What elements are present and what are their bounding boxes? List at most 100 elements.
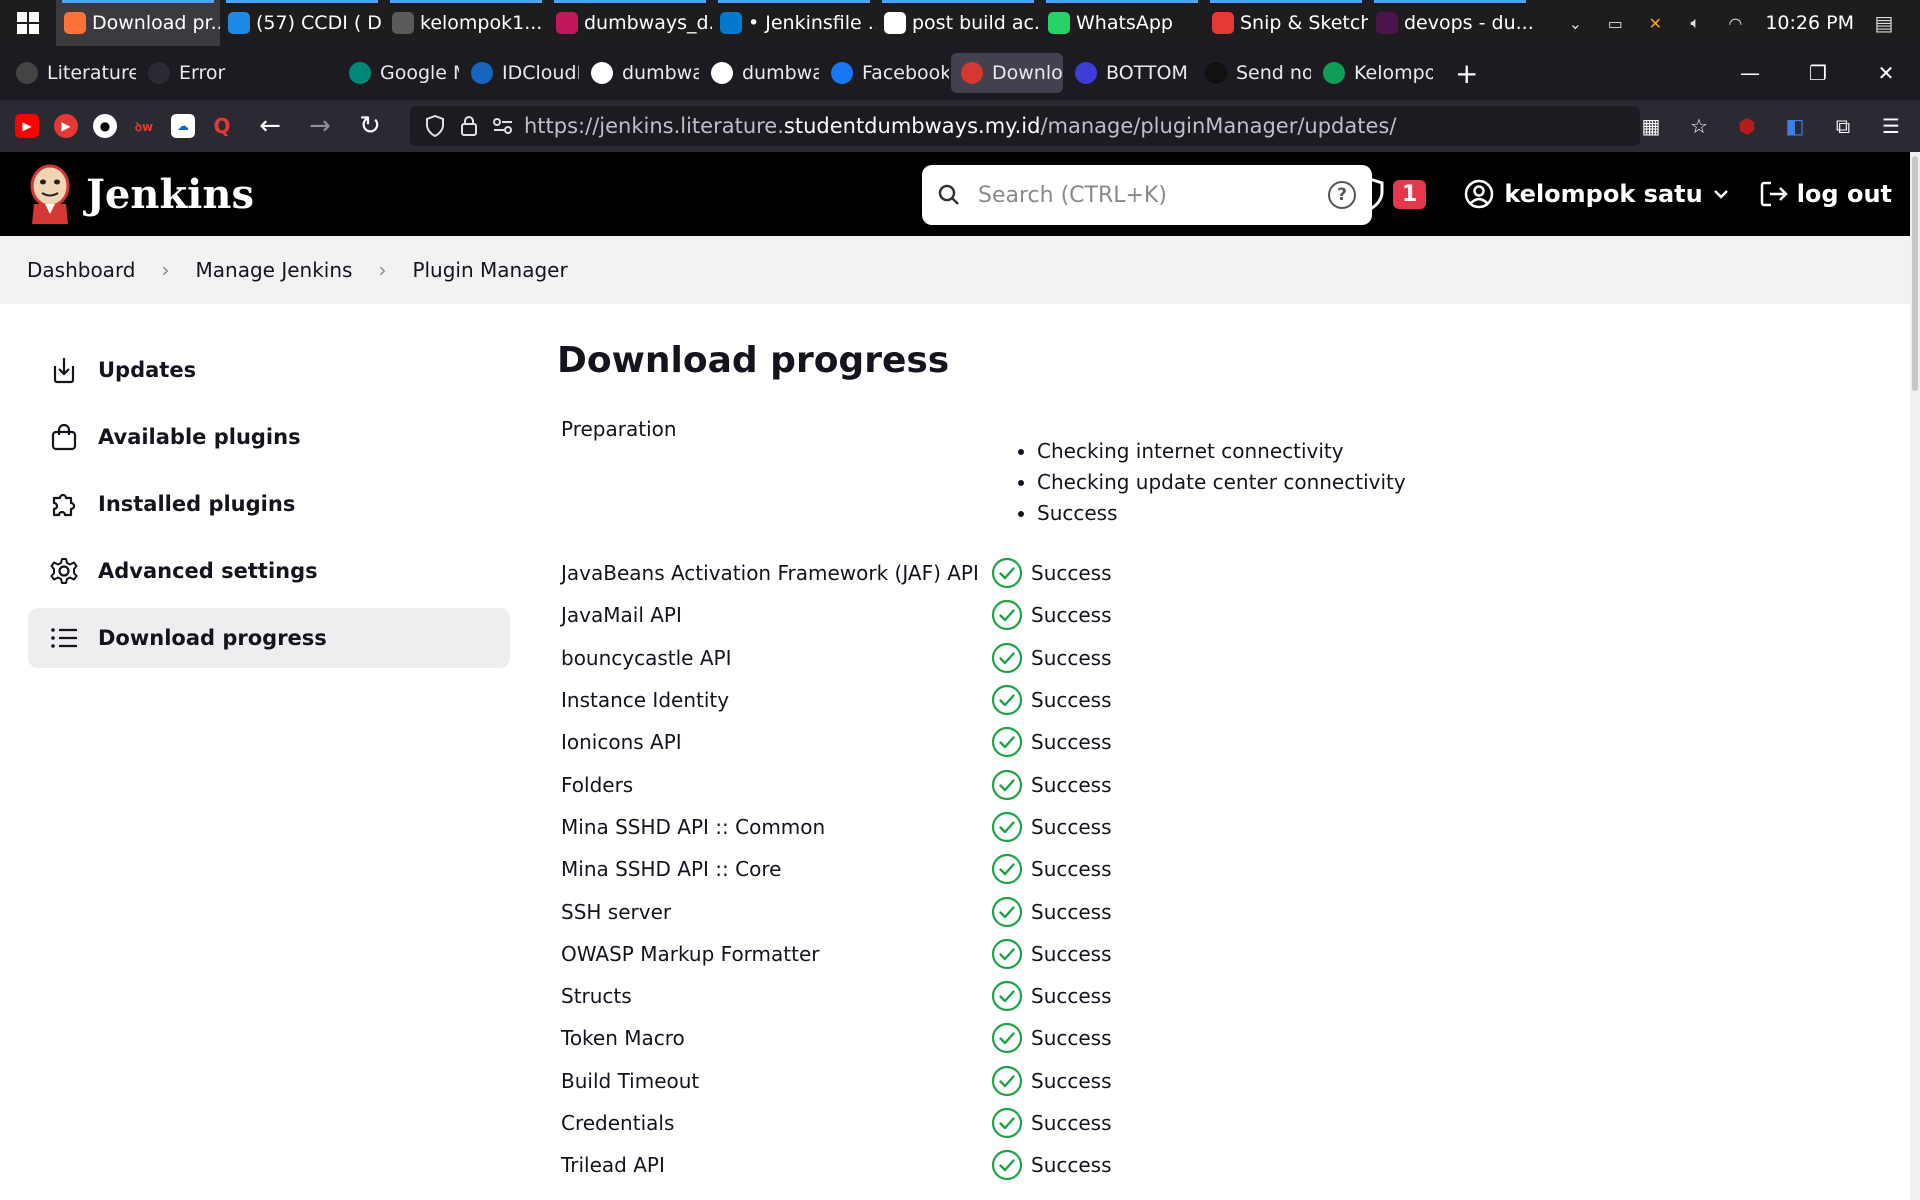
windows-start-button[interactable]: [0, 0, 56, 46]
browser-tab[interactable]: Error: [138, 53, 253, 93]
logout-link[interactable]: log out: [1759, 180, 1892, 208]
windows-taskbar: Download pr... (57) CCDI ( D... kelompok1.…: [0, 0, 1920, 46]
sidebar-item-label: Available plugins: [98, 425, 301, 449]
extensions-puzzle-icon[interactable]: ⧉: [1830, 113, 1856, 139]
github-bookmark-icon[interactable]: ●: [93, 114, 117, 138]
table-row: JavaBeans Activation Framework (JAF) API…: [557, 552, 1857, 594]
blank-icon: [148, 62, 170, 84]
browser-tab[interactable]: dumbway: [701, 53, 819, 93]
app-icon: [556, 12, 578, 34]
navigation-toolbar: ▶ ▶ ● ꝺw ☁ Q ← → ↻ https://jenkins.liter…: [0, 100, 1920, 152]
plugin-name: Ionicons API: [561, 730, 682, 755]
qr-code-icon[interactable]: ▦: [1638, 113, 1664, 139]
chevron-down-icon[interactable]: ⌄: [1565, 13, 1585, 33]
sidebar-item-installed-plugins[interactable]: Installed plugins: [28, 474, 510, 534]
permissions-icon[interactable]: [490, 113, 516, 139]
plugin-name: JavaMail API: [561, 603, 682, 628]
app-tray-icon[interactable]: ✕: [1645, 13, 1665, 33]
new-tab-button[interactable]: +: [1455, 57, 1478, 90]
plugin-status: Success: [991, 642, 1112, 674]
extension-shield-icon[interactable]: ◧: [1782, 113, 1808, 139]
idcloudhost-bookmark-icon[interactable]: ☁: [171, 114, 195, 138]
logout-label: log out: [1796, 180, 1892, 208]
address-bar[interactable]: https://jenkins.literature.studentdumbwa…: [410, 106, 1640, 146]
url-text[interactable]: https://jenkins.literature.studentdumbwa…: [524, 114, 1396, 138]
browser-tab[interactable]: IDCloudH: [461, 53, 579, 93]
chevron-down-icon: [1713, 190, 1728, 199]
breadcrumb-manage-jenkins[interactable]: Manage Jenkins: [196, 258, 353, 282]
taskbar-app[interactable]: WhatsApp: [1040, 0, 1204, 46]
taskbar-app-label: WhatsApp: [1076, 12, 1173, 34]
app-icon: [64, 12, 86, 34]
tab-label: Facebook: [862, 62, 949, 84]
search-input[interactable]: [978, 182, 1328, 208]
security-alerts-button[interactable]: 1: [1355, 177, 1427, 211]
back-button[interactable]: ←: [248, 106, 292, 146]
bookmark-star-icon[interactable]: ☆: [1686, 113, 1712, 139]
scrollbar-thumb[interactable]: [1912, 156, 1918, 391]
sidebar-item-updates[interactable]: Updates: [28, 340, 510, 400]
status-text: Success: [1031, 772, 1112, 797]
ublock-origin-icon[interactable]: ⬢: [1734, 113, 1760, 139]
battery-icon[interactable]: ▭: [1605, 13, 1625, 33]
tab-list: Literature Error Google M IDCloudH dumbway du…: [0, 53, 1435, 93]
forward-button[interactable]: →: [298, 106, 342, 146]
plugin-status: Success: [991, 684, 1112, 716]
taskbar-app[interactable]: dumbways_d...: [548, 0, 712, 46]
help-icon[interactable]: ?: [1328, 181, 1356, 209]
tracking-shield-icon[interactable]: [422, 113, 448, 139]
taskbar-apps: Download pr... (57) CCDI ( D... kelompok1.…: [56, 0, 1532, 46]
minimize-button[interactable]: —: [1716, 46, 1784, 100]
reload-button[interactable]: ↻: [348, 106, 392, 146]
browser-tab[interactable]: Google M: [339, 53, 459, 93]
youtube-bookmark-icon[interactable]: ▶: [15, 114, 39, 138]
url-prefix: https://jenkins.literature.: [524, 114, 784, 138]
taskbar-app[interactable]: Download pr...: [56, 0, 220, 46]
plugin-name: Token Macro: [561, 1026, 685, 1051]
status-text: Success: [1031, 561, 1112, 586]
quora-bookmark-icon[interactable]: Q: [210, 114, 234, 138]
volume-icon[interactable]: 🔈︎: [1685, 13, 1705, 33]
url-path: /manage/pluginManager/updates/: [1040, 114, 1397, 138]
notifications-icon[interactable]: ▤: [1874, 11, 1894, 35]
dw-bookmark-icon[interactable]: ꝺw: [132, 114, 156, 138]
taskbar-app[interactable]: (57) CCDI ( D...: [220, 0, 384, 46]
clock[interactable]: 10:26 PM: [1765, 12, 1854, 34]
jenkins-home-link[interactable]: Jenkins: [28, 164, 254, 224]
browser-tab[interactable]: Literature: [6, 53, 136, 93]
taskbar-app[interactable]: devops - du...: [1368, 0, 1532, 46]
success-check-icon: [991, 1107, 1023, 1139]
wifi-icon[interactable]: ◠: [1725, 13, 1745, 33]
user-menu[interactable]: kelompok satu: [1464, 179, 1728, 209]
taskbar-app[interactable]: post build ac...: [876, 0, 1040, 46]
breadcrumb-dashboard[interactable]: Dashboard: [27, 258, 136, 282]
gear-icon: [48, 555, 80, 587]
success-check-icon: [991, 642, 1023, 673]
taskbar-app[interactable]: • Jenkinsfile ...: [712, 0, 876, 46]
sidebar-item-available-plugins[interactable]: Available plugins: [28, 407, 510, 467]
search-box[interactable]: ?: [922, 165, 1372, 225]
browser-tab[interactable]: Kelompo: [1313, 53, 1433, 93]
restore-button[interactable]: ❐: [1784, 46, 1852, 100]
success-check-icon: [991, 981, 1023, 1012]
browser-tab[interactable]: Downlo✕: [951, 53, 1063, 93]
plugin-name: Mina SSHD API :: Common: [561, 814, 826, 839]
breadcrumb-plugin-manager[interactable]: Plugin Manager: [412, 258, 567, 282]
taskbar-app[interactable]: kelompok1...: [384, 0, 548, 46]
close-window-button[interactable]: ✕: [1852, 46, 1920, 100]
page-scrollbar[interactable]: [1910, 152, 1920, 1200]
browser-tab[interactable]: BOTTOM: [1065, 53, 1193, 93]
taskbar-app-label: Download pr...: [92, 12, 220, 34]
preparation-section: Preparation Checking internet connectivi…: [557, 417, 1857, 532]
taskbar-app[interactable]: Snip & Sketch: [1204, 0, 1368, 46]
youtube-music-bookmark-icon[interactable]: ▶: [54, 114, 78, 138]
sidebar-item-advanced-settings[interactable]: Advanced settings: [28, 541, 510, 601]
browser-tab[interactable]: Facebook: [821, 53, 949, 93]
sidebar-item-download-progress[interactable]: Download progress: [28, 608, 510, 668]
browser-tab[interactable]: dumbway: [581, 53, 699, 93]
lock-icon[interactable]: [456, 113, 482, 139]
menu-hamburger-icon[interactable]: ☰: [1878, 113, 1904, 139]
status-text: Success: [1031, 1111, 1112, 1135]
browser-tab[interactable]: Send noti: [1195, 53, 1311, 93]
plugin-name: Trilead API: [561, 1153, 665, 1178]
